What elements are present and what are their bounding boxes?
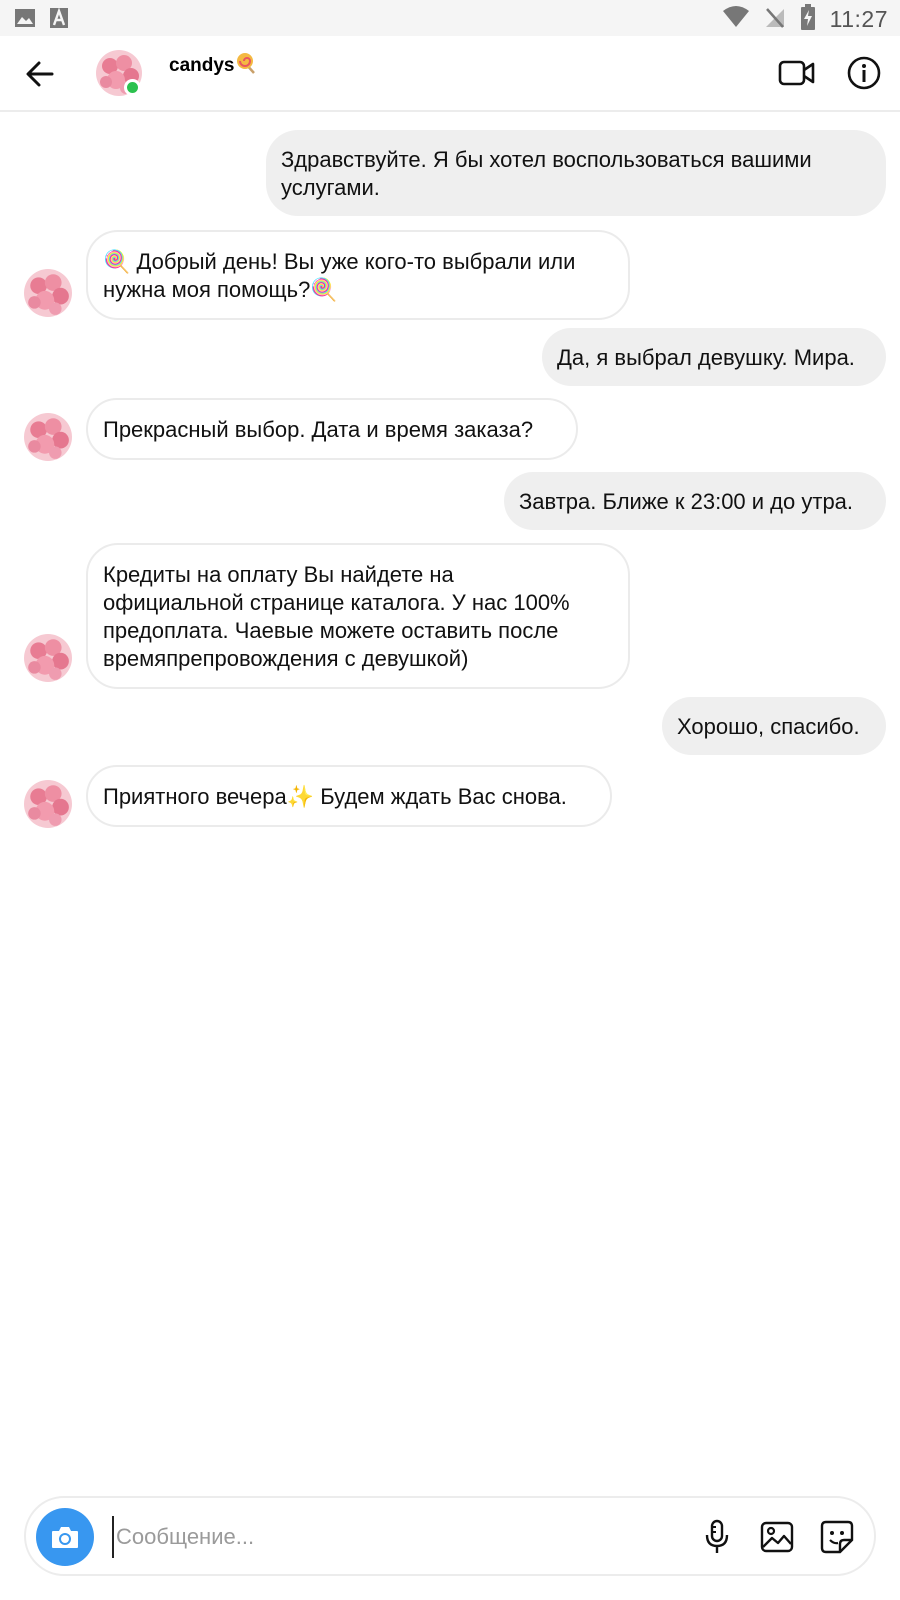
chat-header: candys: [0, 36, 900, 112]
incoming-message[interactable]: Приятного вечера✨ Будем ждать Вас снова.: [86, 765, 612, 827]
outgoing-message[interactable]: Здравствуйте. Я бы хотел воспользоваться…: [266, 130, 886, 216]
message-text: Да, я выбрал девушку. Мира.: [557, 345, 855, 370]
status-bar: 11:27: [0, 0, 900, 36]
incoming-message[interactable]: Кредиты на оплату Вы найдете на официаль…: [86, 543, 630, 689]
back-arrow-icon: [26, 61, 54, 87]
outgoing-message[interactable]: Хорошо, спасибо.: [662, 697, 886, 755]
message-input[interactable]: [112, 1516, 672, 1558]
info-button[interactable]: [843, 52, 885, 94]
lollipop-icon: [236, 52, 258, 80]
video-call-button[interactable]: [776, 52, 818, 94]
gallery-icon: [760, 1521, 794, 1553]
sender-avatar[interactable]: [24, 780, 72, 828]
no-signal-icon: [764, 5, 786, 34]
a-font-icon: [50, 7, 68, 33]
sender-avatar[interactable]: [24, 269, 72, 317]
video-call-icon: [778, 60, 815, 86]
sender-avatar[interactable]: [24, 634, 72, 682]
contact-name[interactable]: candys: [169, 52, 258, 80]
online-status-dot: [124, 79, 141, 96]
message-text: Здравствуйте. Я бы хотел воспользоваться…: [281, 147, 812, 200]
incoming-message[interactable]: 🍭 Добрый день! Вы уже кого-то выбрали ил…: [86, 230, 630, 320]
outgoing-message[interactable]: Да, я выбрал девушку. Мира.: [542, 328, 886, 386]
sticker-icon: [820, 1520, 854, 1554]
clock: 11:27: [829, 6, 888, 32]
incoming-message[interactable]: Прекрасный выбор. Дата и время заказа?: [86, 398, 578, 460]
contact-name-text: candys: [169, 55, 235, 76]
message-text: Кредиты на оплату Вы найдете на официаль…: [103, 562, 570, 671]
sender-avatar[interactable]: [24, 413, 72, 461]
outgoing-message[interactable]: Завтра. Ближе к 23:00 и до утра.: [504, 472, 886, 530]
message-text: Приятного вечера✨ Будем ждать Вас снова.: [103, 784, 567, 809]
camera-icon: [52, 1527, 78, 1548]
sticker-button[interactable]: [816, 1516, 858, 1558]
message-text: 🍭 Добрый день! Вы уже кого-то выбрали ил…: [103, 249, 576, 302]
message-text: Прекрасный выбор. Дата и время заказа?: [103, 417, 534, 442]
image-icon: [14, 8, 36, 33]
message-composer: [24, 1496, 876, 1576]
microphone-icon: [705, 1519, 729, 1553]
info-icon: [847, 56, 881, 90]
camera-button[interactable]: [36, 1508, 94, 1566]
gallery-button[interactable]: [756, 1516, 798, 1558]
back-button[interactable]: [18, 52, 62, 96]
microphone-button[interactable]: [696, 1516, 738, 1558]
message-text: Хорошо, спасибо.: [677, 714, 860, 739]
battery-charging-icon: [800, 4, 816, 35]
wifi-icon: [722, 5, 750, 34]
message-text: Завтра. Ближе к 23:00 и до утра.: [519, 489, 854, 514]
